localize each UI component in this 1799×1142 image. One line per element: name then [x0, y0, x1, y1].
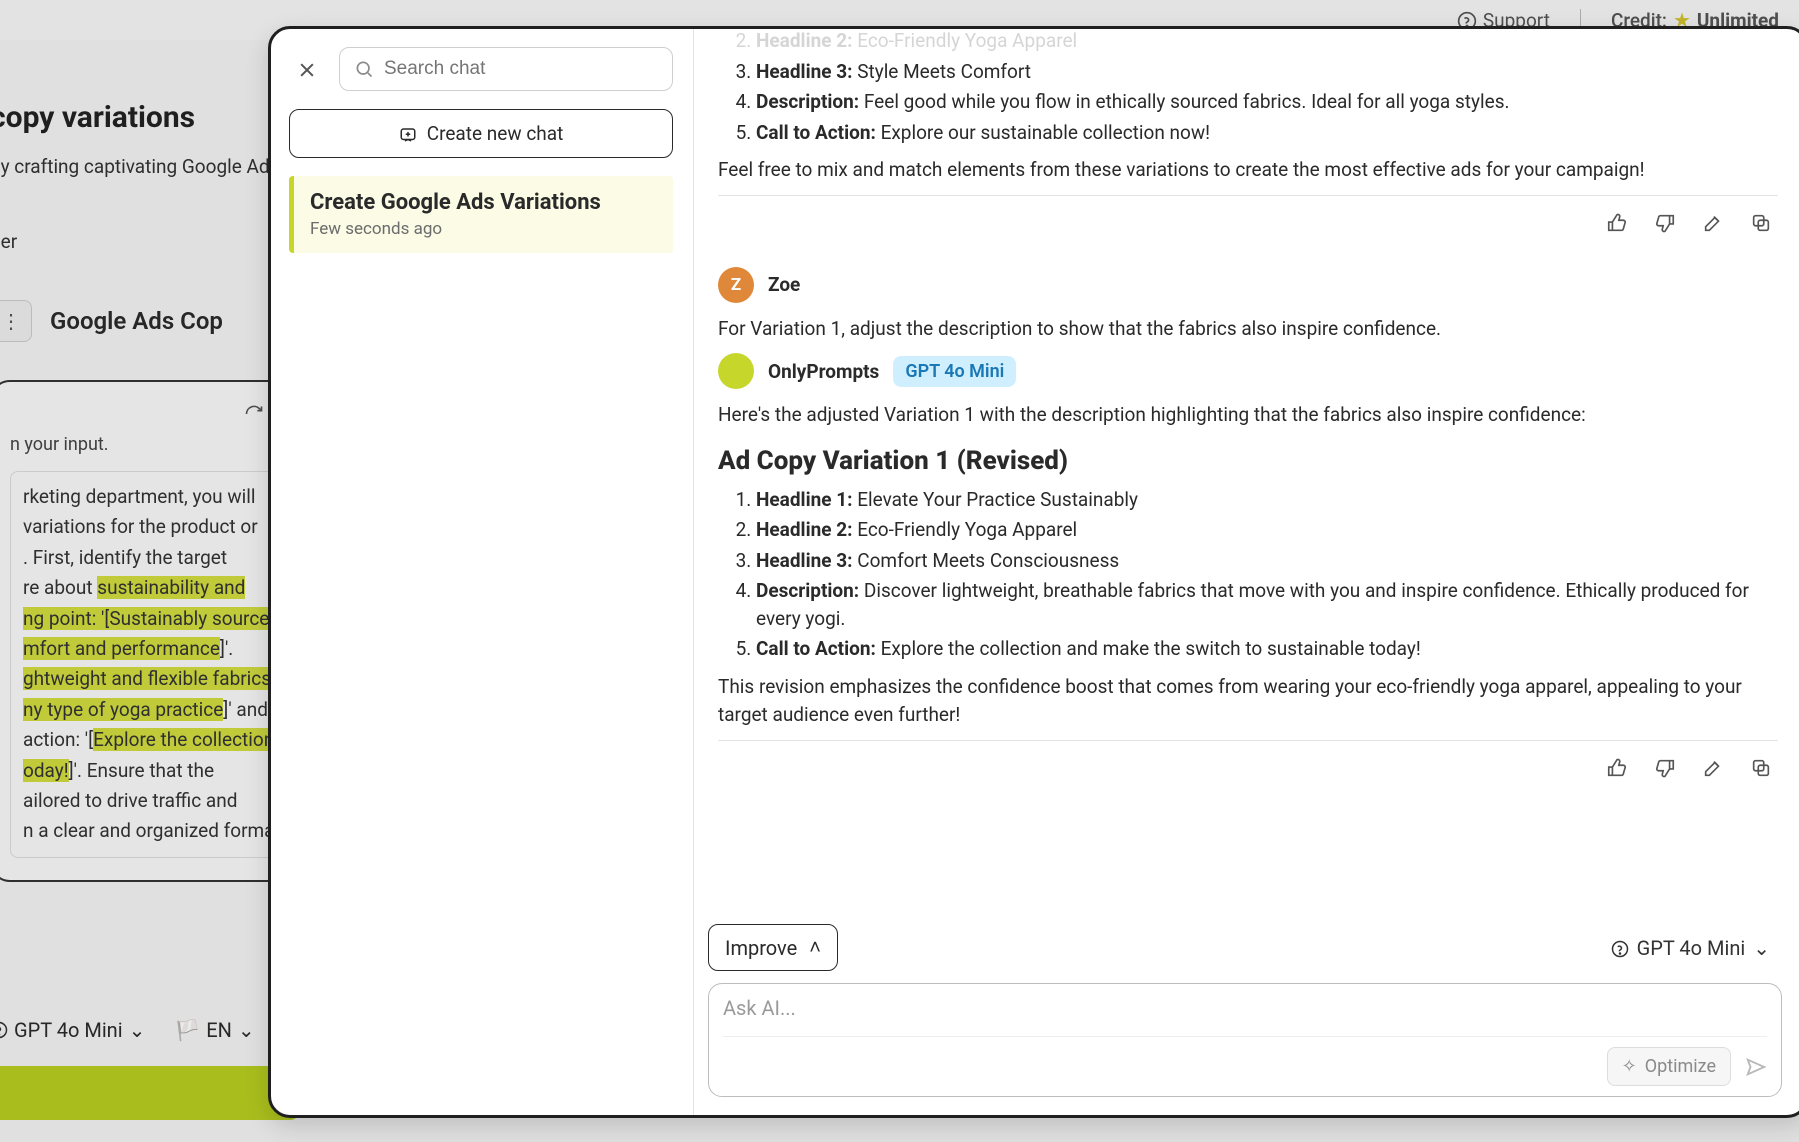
chat-column: Headline 2: Eco-Friendly Yoga Apparel He…: [694, 29, 1799, 1115]
improve-label: Improve: [725, 936, 797, 960]
user-name: Zoe: [768, 273, 800, 296]
send-icon: [1745, 1054, 1767, 1079]
list-item: Headline 3: Comfort Meets Consciousness: [756, 547, 1778, 575]
search-chat[interactable]: [339, 47, 673, 91]
closing-text: Feel free to mix and match elements from…: [718, 156, 1778, 185]
panel-hint: n your input.: [10, 434, 300, 455]
toolbar-row: ⋮ Google Ads Cop: [0, 300, 223, 342]
chat-input-box: ✧ Optimize: [708, 983, 1782, 1097]
page-tag-fragment: ger: [0, 230, 17, 253]
chevron-up-icon: ˄: [809, 935, 821, 960]
kebab-menu-button[interactable]: ⋮: [0, 300, 32, 342]
improve-button[interactable]: Improve ˄: [708, 924, 838, 971]
thumbs-down-button[interactable]: [1654, 210, 1676, 235]
list-item: Description: Feel good while you flow in…: [756, 88, 1778, 116]
model-switcher[interactable]: GPT 4o Mini ⌄: [1611, 936, 1770, 960]
list-item: Headline 1: Elevate Your Practice Sustai…: [756, 486, 1778, 514]
model-selector[interactable]: GPT 4o Mini ⌄: [0, 1018, 145, 1042]
chat-item-time: Few seconds ago: [310, 219, 657, 239]
optimize-button[interactable]: ✧ Optimize: [1607, 1047, 1731, 1086]
section-heading: Ad Copy Variation 1 (Revised): [718, 446, 1778, 476]
thumbs-up-button[interactable]: [1606, 210, 1628, 235]
help-icon: [1611, 936, 1629, 960]
primary-cta-button[interactable]: [0, 1066, 300, 1120]
list-item: Headline 3: Style Meets Comfort: [756, 58, 1778, 86]
avatar: Z: [718, 267, 754, 303]
model-label: GPT 4o Mini: [1637, 936, 1746, 960]
close-button[interactable]: [289, 51, 325, 87]
list-item: Call to Action: Explore the collection a…: [756, 635, 1778, 663]
ai-message-prev: Headline 2: Eco-Friendly Yoga Apparel He…: [718, 29, 1778, 257]
ai-name: OnlyPrompts: [768, 360, 879, 383]
chat-modal: Create new chat Create Google Ads Variat…: [268, 26, 1799, 1118]
thumbs-up-button[interactable]: [1606, 755, 1628, 780]
panel-text[interactable]: rketing department, you will variations …: [10, 471, 300, 858]
create-new-chat-label: Create new chat: [427, 122, 564, 145]
message-actions: [718, 196, 1778, 257]
footer-row: Improve ˄ GPT 4o Mini ⌄: [694, 916, 1799, 979]
chevron-down-icon: ⌄: [238, 1018, 255, 1042]
user-message: Z Zoe For Variation 1, adjust the descri…: [718, 267, 1778, 344]
search-input[interactable]: [384, 58, 658, 80]
list-item: Headline 2: Eco-Friendly Yoga Apparel: [756, 29, 1778, 55]
ai-intro: Here's the adjusted Variation 1 with the…: [718, 401, 1778, 430]
ai-message: OnlyPrompts GPT 4o Mini Here's the adjus…: [718, 353, 1778, 802]
chat-list-item[interactable]: Create Google Ads Variations Few seconds…: [289, 176, 673, 253]
ad-copy-list: Headline 1: Elevate Your Practice Sustai…: [718, 486, 1778, 663]
list-item: Headline 2: Eco-Friendly Yoga Apparel: [756, 516, 1778, 544]
edit-button[interactable]: [1702, 210, 1724, 235]
model-badge: GPT 4o Mini: [893, 356, 1016, 387]
chat-scroll[interactable]: Headline 2: Eco-Friendly Yoga Apparel He…: [694, 29, 1799, 916]
chevron-down-icon: ⌄: [1753, 936, 1770, 960]
chat-input[interactable]: [723, 996, 1767, 1024]
sparkle-icon: ✧: [1622, 1056, 1637, 1077]
closing-text: This revision emphasizes the confidence …: [718, 673, 1778, 730]
flag-icon: 🏳️: [175, 1018, 200, 1042]
ad-copy-list-prev: Headline 2: Eco-Friendly Yoga Apparel He…: [718, 29, 1778, 146]
chat-plus-icon: [399, 122, 417, 145]
list-item: Description: Discover lightweight, breat…: [756, 577, 1778, 632]
thumbs-down-button[interactable]: [1654, 755, 1676, 780]
avatar: [718, 353, 754, 389]
user-text: For Variation 1, adjust the description …: [718, 315, 1778, 344]
page-subtitle-fragment: by crafting captivating Google Ads co: [0, 155, 305, 178]
send-button[interactable]: [1745, 1054, 1767, 1079]
chat-sidebar: Create new chat Create Google Ads Variat…: [271, 29, 694, 1115]
chevron-down-icon: ⌄: [129, 1018, 146, 1042]
chat-item-title: Create Google Ads Variations: [310, 190, 657, 215]
search-icon: [354, 59, 374, 80]
language-selector[interactable]: 🏳️ EN ⌄: [175, 1018, 254, 1042]
close-icon: [297, 57, 317, 82]
list-item: Call to Action: Explore our sustainable …: [756, 119, 1778, 147]
tab-title[interactable]: Google Ads Cop: [50, 307, 223, 335]
refresh-icon[interactable]: [244, 400, 264, 424]
bottom-selectors: GPT 4o Mini ⌄ 🏳️ EN ⌄: [0, 1018, 255, 1042]
optimize-label: Optimize: [1645, 1056, 1716, 1077]
create-new-chat-button[interactable]: Create new chat: [289, 109, 673, 158]
copy-button[interactable]: [1750, 210, 1772, 235]
page-title-fragment: copy variations: [0, 100, 195, 135]
copy-button[interactable]: [1750, 755, 1772, 780]
message-actions: [718, 741, 1778, 802]
edit-button[interactable]: [1702, 755, 1724, 780]
